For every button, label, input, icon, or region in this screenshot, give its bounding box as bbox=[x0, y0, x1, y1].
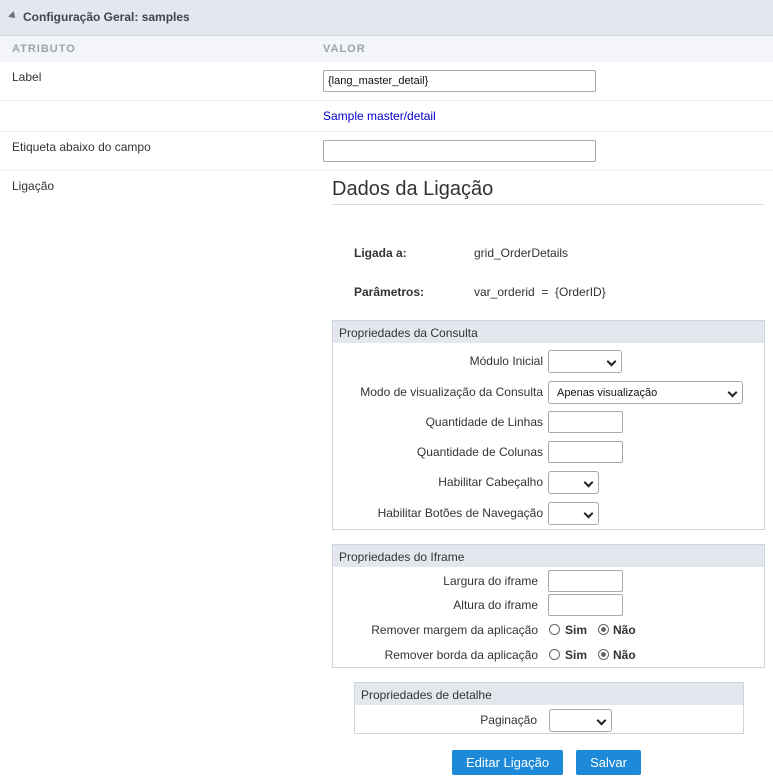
qtd-linhas-input[interactable] bbox=[548, 411, 623, 433]
remover-borda-nao-label: Não bbox=[613, 648, 636, 662]
modulo-inicial-label: Módulo Inicial bbox=[469, 354, 543, 368]
paginacao-label: Paginação bbox=[480, 713, 537, 727]
etiqueta-attribute: Etiqueta abaixo do campo bbox=[12, 140, 151, 154]
chevron-down-icon bbox=[583, 508, 594, 519]
consulta-panel-title: Propriedades da Consulta bbox=[339, 326, 478, 340]
parametros-label: Parâmetros: bbox=[354, 285, 425, 299]
label-preview-text: Sample master/detail bbox=[323, 109, 436, 123]
remover-borda-nao-radio[interactable] bbox=[598, 649, 609, 660]
chevron-down-icon bbox=[583, 477, 594, 488]
column-header-value: VALOR bbox=[323, 43, 366, 55]
modo-visualizacao-select[interactable]: Apenas visualização bbox=[548, 381, 743, 404]
modo-visualizacao-value: Apenas visualização bbox=[557, 387, 658, 399]
botoes-nav-label: Habilitar Botões de Navegação bbox=[377, 506, 543, 520]
remover-margem-nao-radio[interactable] bbox=[598, 624, 609, 635]
label-attribute: Label bbox=[12, 70, 42, 84]
salvar-button[interactable]: Salvar bbox=[576, 750, 641, 775]
label-input[interactable] bbox=[323, 70, 596, 92]
column-header-attribute: ATRIBUTO bbox=[12, 43, 76, 55]
remover-borda-sim-label: Sim bbox=[565, 648, 588, 662]
modulo-inicial-select[interactable] bbox=[548, 350, 622, 373]
chevron-down-icon bbox=[596, 715, 607, 726]
largura-input[interactable] bbox=[548, 570, 623, 592]
chevron-down-icon bbox=[727, 387, 738, 398]
detalhe-panel-title: Propriedades de detalhe bbox=[361, 688, 492, 702]
ligada-value: grid_OrderDetails bbox=[474, 246, 569, 260]
altura-input[interactable] bbox=[548, 594, 623, 616]
remover-borda-sim-radio[interactable] bbox=[549, 649, 560, 660]
column-header-row: ATRIBUTO VALOR bbox=[0, 36, 773, 62]
paginacao-select[interactable] bbox=[549, 709, 612, 732]
panel-title: Configuração Geral: samples bbox=[23, 10, 190, 24]
iframe-panel-title: Propriedades do Iframe bbox=[339, 550, 465, 564]
editar-ligacao-button[interactable]: Editar Ligação bbox=[452, 750, 563, 775]
iframe-panel: Propriedades do Iframe Largura do iframe… bbox=[332, 544, 765, 668]
dados-ligacao-title: Dados da Ligação bbox=[332, 178, 494, 200]
altura-label: Altura do iframe bbox=[453, 598, 538, 612]
ligada-label: Ligada a: bbox=[354, 246, 407, 260]
detalhe-panel-header: Propriedades de detalhe bbox=[355, 683, 743, 705]
detalhe-panel: Propriedades de detalhe Paginação bbox=[354, 682, 744, 734]
remover-margem-sim-label: Sim bbox=[565, 623, 588, 637]
chevron-down-icon bbox=[606, 356, 617, 367]
etiqueta-input[interactable] bbox=[323, 140, 596, 162]
qtd-linhas-label: Quantidade de Linhas bbox=[425, 415, 543, 429]
modo-visualizacao-label: Modo de visualização da Consulta bbox=[360, 385, 543, 399]
remover-margem-sim-radio[interactable] bbox=[549, 624, 560, 635]
remover-margem-nao-label: Não bbox=[613, 623, 636, 637]
consulta-panel: Propriedades da Consulta Módulo Inicial … bbox=[332, 320, 765, 530]
qtd-colunas-label: Quantidade de Colunas bbox=[416, 445, 543, 459]
botoes-nav-select[interactable] bbox=[548, 502, 599, 525]
cabecalho-select[interactable] bbox=[548, 471, 599, 494]
cabecalho-label: Habilitar Cabeçalho bbox=[438, 475, 543, 489]
panel-header[interactable]: Configuração Geral: samples bbox=[0, 0, 773, 36]
ligacao-attribute: Ligação bbox=[12, 179, 55, 193]
parametros-value: var_orderid = {OrderID} bbox=[474, 285, 606, 299]
qtd-colunas-input[interactable] bbox=[548, 441, 623, 463]
collapse-triangle-icon[interactable] bbox=[8, 11, 18, 21]
iframe-panel-header: Propriedades do Iframe bbox=[333, 545, 764, 567]
consulta-panel-header: Propriedades da Consulta bbox=[333, 321, 764, 343]
remover-margem-label: Remover margem da aplicação bbox=[371, 623, 538, 637]
dados-divider bbox=[332, 204, 763, 205]
remover-borda-label: Remover borda da aplicação bbox=[384, 648, 538, 662]
largura-label: Largura do iframe bbox=[443, 574, 538, 588]
